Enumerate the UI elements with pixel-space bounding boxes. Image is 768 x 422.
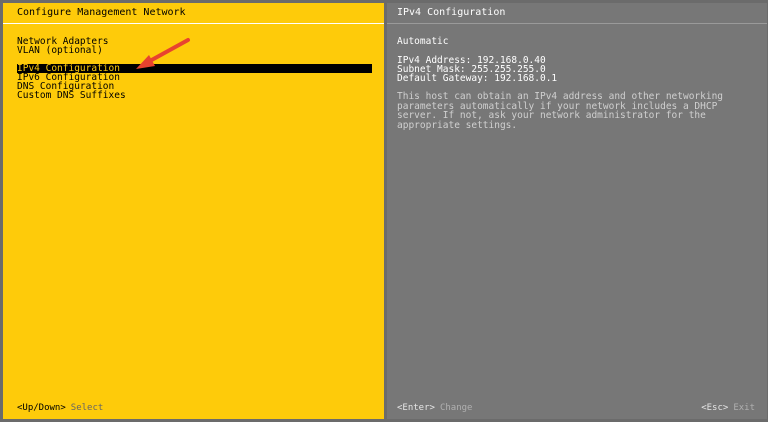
network-menu: Network Adapters VLAN (optional) IPv4 Co… bbox=[17, 37, 372, 100]
change-hint: <Enter> Change bbox=[397, 403, 472, 413]
menu-item-vlan[interactable]: VLAN (optional) bbox=[17, 46, 372, 56]
select-hint: <Up/Down> Select bbox=[17, 403, 103, 413]
exit-key: <Esc> bbox=[701, 403, 729, 413]
left-panel-title: Configure Management Network bbox=[3, 3, 384, 24]
exit-hint: <Esc> Exit bbox=[701, 403, 755, 413]
menu-item-custom-dns-suffixes[interactable]: Custom DNS Suffixes bbox=[17, 91, 372, 101]
right-panel: IPv4 Configuration Automatic IPv4 Addres… bbox=[387, 3, 767, 419]
left-panel: Configure Management Network Network Ada… bbox=[3, 3, 384, 419]
change-action: Change bbox=[439, 403, 473, 413]
select-key: <Up/Down> bbox=[17, 403, 66, 413]
exit-action: Exit bbox=[733, 403, 755, 413]
right-panel-title: IPv4 Configuration bbox=[387, 3, 767, 24]
default-gateway: Default Gateway: 192.168.0.1 bbox=[397, 73, 558, 84]
ipv4-details: IPv4 Address: 192.168.0.40 Subnet Mask: … bbox=[397, 56, 757, 84]
console-frame: Configure Management Network Network Ada… bbox=[0, 0, 768, 422]
ipv4-mode: Automatic bbox=[397, 36, 449, 47]
ipv4-info: Automatic IPv4 Address: 192.168.0.40 Sub… bbox=[397, 37, 757, 130]
change-key: <Enter> bbox=[397, 403, 435, 413]
select-action: Select bbox=[70, 403, 104, 413]
ipv4-description: This host can obtain an IPv4 address and… bbox=[397, 91, 724, 131]
